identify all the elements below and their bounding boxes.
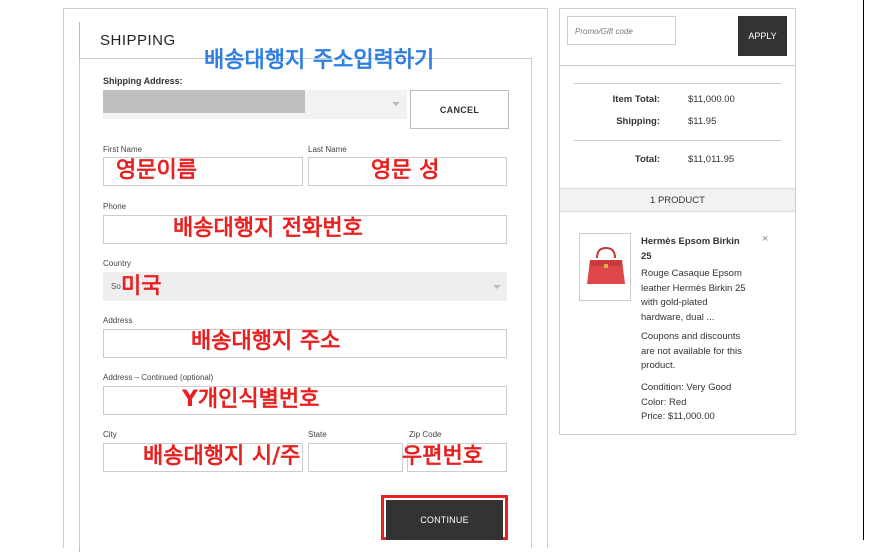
city-label: City: [103, 430, 117, 439]
country-label: Country: [103, 259, 132, 268]
overlay-first-name: 영문이름: [116, 158, 197, 183]
color-text: Color: Red: [641, 396, 687, 408]
shipping-form: [79, 58, 532, 548]
total-label: Total:: [634, 154, 660, 165]
cancel-button[interactable]: CANCEL: [410, 90, 509, 129]
overlay-zip: 우편번호: [402, 444, 483, 469]
condition-text: Condition: Very Good: [641, 382, 732, 393]
shipping-address-label: Shipping Address:: [103, 76, 183, 86]
address-label: Address: [103, 316, 133, 325]
overlay-address: 배송대행지 주소: [191, 329, 341, 354]
first-name-label: First Name: [103, 145, 143, 154]
overlay-last-name: 영문 성: [371, 158, 440, 183]
overlay-title: 배송대행지 주소입력하기: [204, 48, 435, 73]
item-total-value: $11,000.00: [688, 94, 735, 105]
divider: [574, 140, 781, 141]
state-field[interactable]: [308, 443, 403, 472]
apply-button[interactable]: APPLY: [738, 16, 787, 56]
redacted-block: [103, 90, 305, 113]
address2-label: Address – Continued (optional): [103, 373, 214, 382]
product-details: Condition: Very Good Color: Red Price: $…: [641, 381, 761, 425]
shipping-cost-value: $11.95: [688, 116, 717, 127]
overlay-country: 미국: [121, 274, 162, 299]
product-thumbnail[interactable]: [579, 233, 631, 301]
total-value: $11,011.95: [688, 154, 735, 165]
divider: [560, 65, 795, 66]
handbag-icon: [587, 246, 625, 284]
continue-button[interactable]: CONTINUE: [386, 500, 503, 540]
last-name-label: Last Name: [308, 145, 347, 154]
overlay-city-state: 배송대행지 시/주: [143, 444, 301, 469]
country-select[interactable]: So: [103, 272, 507, 301]
price-text: Price: $11,000.00: [641, 411, 715, 422]
product-description: Rouge Casaque Epsom leather Hermès Birki…: [641, 268, 746, 323]
close-icon[interactable]: ×: [762, 233, 768, 245]
product-count: 1 PRODUCT: [560, 188, 795, 212]
state-label: State: [308, 430, 327, 439]
product-name[interactable]: Hermès Epsom Birkin 25: [641, 234, 761, 264]
zip-label: Zip Code: [409, 430, 442, 439]
chevron-down-icon: [392, 102, 400, 106]
shipping-cost-label: Shipping:: [616, 116, 660, 127]
promo-input[interactable]: Promo/Gift code: [567, 16, 676, 45]
country-value: So: [111, 282, 121, 291]
chevron-down-icon: [493, 285, 501, 289]
overlay-address2: Y개인식별번호: [182, 387, 320, 412]
item-total-label: Item Total:: [612, 94, 660, 105]
shipping-title: SHIPPING: [100, 32, 176, 49]
divider: [574, 83, 781, 84]
overlay-phone: 배송대행지 전화번호: [173, 216, 363, 241]
shipping-address-select[interactable]: [103, 90, 407, 119]
coupon-note: Coupons and discounts are not available …: [641, 331, 742, 371]
phone-label: Phone: [103, 202, 127, 211]
divider: [863, 0, 864, 540]
